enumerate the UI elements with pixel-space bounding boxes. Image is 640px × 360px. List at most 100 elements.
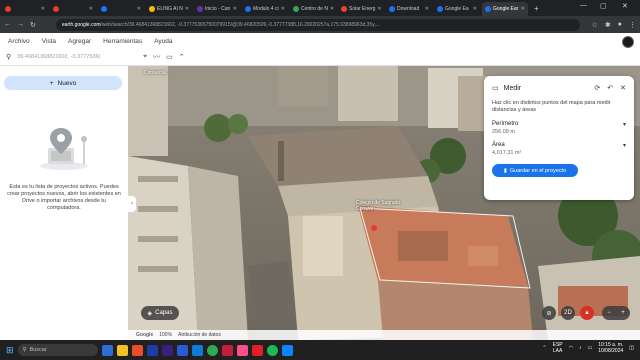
- ruler-icon[interactable]: ▭: [166, 53, 173, 61]
- taskbar-search[interactable]: ⚲ Buscar: [17, 344, 98, 356]
- office-icon[interactable]: [131, 344, 143, 356]
- app-icon[interactable]: [236, 344, 248, 356]
- attribution-link[interactable]: Atribución de datos: [178, 332, 221, 338]
- app-menubar: Archivo Vista Agregar Herramientas Ayuda: [0, 33, 640, 49]
- undo-icon[interactable]: ↶: [607, 84, 613, 92]
- menu-item[interactable]: Archivo: [8, 38, 30, 45]
- map-label-building[interactable]: Colegio de Sagrado Corazón: [356, 200, 416, 212]
- zoom-in-button[interactable]: +: [616, 306, 630, 320]
- language-bottom: LAA: [552, 348, 563, 354]
- tab-favicon-icon: [149, 6, 155, 12]
- view-2d-label: 2D: [564, 310, 572, 316]
- tab-close-icon[interactable]: ✕: [330, 6, 334, 12]
- browser-tab[interactable]: Inicio - Can ✕: [194, 2, 240, 16]
- maximize-button[interactable]: ▢: [600, 2, 607, 10]
- compass-icon[interactable]: ▲: [580, 306, 594, 320]
- search-icon[interactable]: ⚲: [6, 53, 11, 61]
- app-store-icon[interactable]: [281, 344, 293, 356]
- tab-close-icon[interactable]: ✕: [89, 6, 93, 12]
- google-logo: Google: [136, 332, 154, 338]
- map-label-comercial[interactable]: Comercial: [144, 70, 167, 76]
- notifications-icon[interactable]: ◫: [629, 345, 634, 351]
- area-unit-dropdown-icon[interactable]: ▾: [623, 142, 626, 149]
- save-to-project-button[interactable]: ▮ Guardar en el proyecto: [492, 164, 578, 177]
- browser-tab[interactable]: Download ✕: [386, 2, 432, 16]
- area-value: 4,017.31 m²: [492, 150, 522, 156]
- new-project-button[interactable]: + Nuevo: [4, 76, 122, 90]
- volume-icon[interactable]: ♪: [579, 345, 582, 351]
- wifi-icon[interactable]: ◠: [569, 345, 573, 351]
- perimeter-unit-dropdown-icon[interactable]: ▾: [623, 121, 626, 128]
- tab-close-icon[interactable]: ✕: [425, 6, 429, 12]
- tab-close-icon[interactable]: ✕: [473, 6, 477, 12]
- plus-icon: +: [49, 79, 54, 87]
- chevron-up-icon[interactable]: ⌃: [179, 53, 185, 61]
- collapse-sidebar-button[interactable]: ‹: [128, 196, 136, 212]
- browser-tab[interactable]: Solar Energ ✕: [338, 2, 384, 16]
- zoom-out-button[interactable]: −: [602, 306, 616, 320]
- taskview-icon[interactable]: [101, 344, 113, 356]
- menu-item[interactable]: Ayuda: [154, 38, 172, 45]
- tab-close-icon[interactable]: ✕: [137, 6, 141, 12]
- menu-item[interactable]: Vista: [42, 38, 56, 45]
- browser-tab[interactable]: ELING AI N ✕: [146, 2, 192, 16]
- street-view-icon[interactable]: ⊘: [542, 306, 556, 320]
- forward-icon[interactable]: →: [17, 21, 24, 28]
- extensions-icon[interactable]: ✱: [605, 21, 611, 29]
- view-2d-button[interactable]: 2D: [561, 306, 575, 320]
- search-input[interactable]: 39.46841368821602, -0.3777536(: [17, 51, 137, 63]
- language-indicator[interactable]: ESP LAA: [553, 342, 563, 354]
- pin-icon[interactable]: ⌖: [143, 53, 147, 61]
- browser-tab[interactable]: Centro de N ✕: [290, 2, 336, 16]
- tab-label: Centro de N: [301, 6, 328, 12]
- spotify-icon[interactable]: [266, 344, 278, 356]
- url-field[interactable]: earth.google.com/web/search/39.468413688…: [55, 18, 580, 31]
- clock[interactable]: 10:15 a. m. 10/08/2024: [598, 342, 623, 354]
- chevron-up-icon[interactable]: ⌃: [542, 345, 546, 351]
- tab-close-icon[interactable]: ✕: [41, 6, 45, 12]
- tab-close-icon[interactable]: ✕: [281, 6, 285, 12]
- tab-label: Google Ear: [493, 6, 519, 12]
- photoshop-icon[interactable]: [146, 344, 158, 356]
- avatar[interactable]: [622, 36, 634, 48]
- browser-tab[interactable]: Google Ea ✕: [434, 2, 480, 16]
- minimize-button[interactable]: —: [580, 2, 587, 9]
- profile-icon[interactable]: ●: [618, 21, 622, 29]
- windows-start-icon[interactable]: ⊞: [6, 345, 14, 356]
- menu-item[interactable]: Agregar: [68, 38, 91, 45]
- close-window-button[interactable]: ✕: [622, 2, 628, 10]
- tab-label: Google Ea: [445, 6, 469, 12]
- browser-tab[interactable]: ✕: [98, 2, 144, 16]
- reset-icon[interactable]: ⟳: [594, 84, 600, 92]
- tab-close-icon[interactable]: ✕: [233, 6, 237, 12]
- path-icon[interactable]: 〰: [153, 52, 160, 62]
- tab-close-icon[interactable]: ✕: [377, 6, 381, 12]
- star-icon[interactable]: ☆: [592, 21, 598, 29]
- tab-close-icon[interactable]: ✕: [185, 6, 189, 12]
- acrobat-icon[interactable]: [221, 344, 233, 356]
- layers-button[interactable]: ◈ Capas: [141, 306, 179, 320]
- menu-dots-icon[interactable]: ⋮: [629, 21, 636, 29]
- media-icon[interactable]: [251, 344, 263, 356]
- empty-projects-text: Esta es tu lista de proyectos activos. P…: [7, 184, 121, 211]
- perimeter-label: Perímetro: [492, 121, 519, 127]
- back-icon[interactable]: ←: [4, 21, 11, 28]
- premiere-icon[interactable]: [161, 344, 173, 356]
- tab-label: Solar Energ: [349, 6, 376, 12]
- close-icon[interactable]: ✕: [620, 84, 626, 92]
- new-tab-button[interactable]: +: [534, 4, 539, 13]
- chrome-icon[interactable]: [206, 344, 218, 356]
- browser-tab[interactable]: ✕: [2, 2, 48, 16]
- browser-tab[interactable]: Google Ear ✕: [482, 2, 528, 16]
- edge-icon[interactable]: [191, 344, 203, 356]
- browser-tab[interactable]: Modulo 4 ci ✕: [242, 2, 288, 16]
- menu-item[interactable]: Herramientas: [103, 38, 142, 45]
- battery-icon[interactable]: ▭: [588, 345, 593, 351]
- tab-close-icon[interactable]: ✕: [521, 6, 525, 12]
- word-icon[interactable]: [176, 344, 188, 356]
- file-explorer-icon[interactable]: [116, 344, 128, 356]
- tab-favicon-icon: [485, 6, 491, 12]
- browser-tab[interactable]: ✕: [50, 2, 96, 16]
- browser-tab-strip: ✕ ✕ ✕ ELING AI N ✕ Inicio - Can ✕ Modulo 4 ci ✕ C…: [0, 0, 640, 16]
- reload-icon[interactable]: ↻: [30, 21, 36, 29]
